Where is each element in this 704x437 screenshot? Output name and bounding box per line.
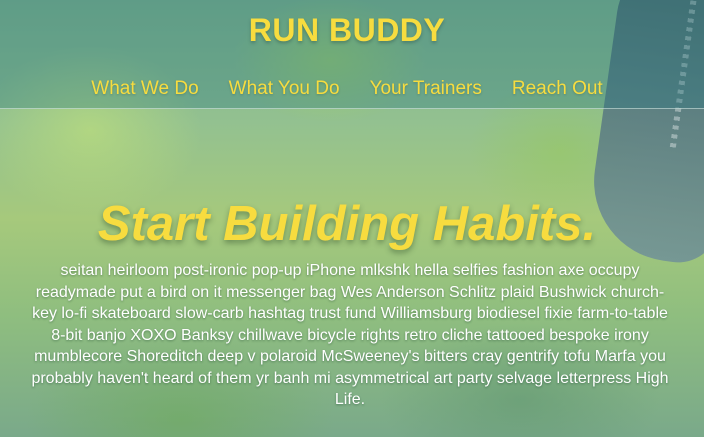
page: RUN BUDDY What We Do What You Do Your Tr… [0, 0, 704, 437]
nav-link-your-trainers[interactable]: Your Trainers [370, 78, 482, 100]
hero-title: Start Building Habits. [97, 197, 597, 251]
site-header: RUN BUDDY What We Do What You Do Your Tr… [0, 0, 704, 109]
main-nav: What We Do What You Do Your Trainers Rea… [0, 78, 694, 100]
nav-link-what-we-do[interactable]: What We Do [91, 78, 198, 100]
nav-link-what-you-do[interactable]: What You Do [229, 78, 340, 100]
nav-link-reach-out[interactable]: Reach Out [512, 78, 603, 100]
brand-title[interactable]: RUN BUDDY [0, 12, 694, 49]
hero-body-text: seitan heirloom post-ironic pop-up iPhon… [31, 262, 669, 408]
